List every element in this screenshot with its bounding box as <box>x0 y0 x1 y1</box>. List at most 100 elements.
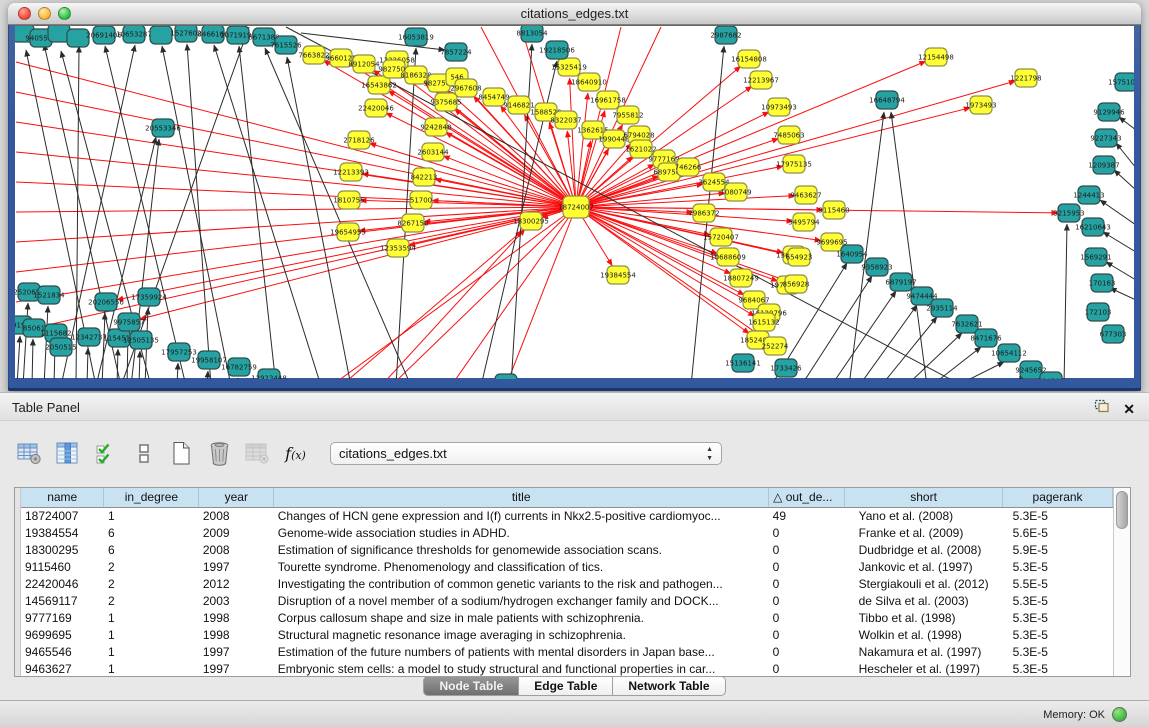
graph-node[interactable]: 16154808 <box>731 50 767 68</box>
graph-node[interactable]: 15720407 <box>703 228 739 246</box>
column-header-pagerank[interactable]: pagerank <box>1003 488 1113 507</box>
graph-node[interactable]: 12353594 <box>380 239 416 257</box>
graph-node[interactable]: 9975857 <box>113 313 144 331</box>
graph-node[interactable]: 9375685 <box>430 93 461 111</box>
close-icon[interactable]: ✕ <box>1123 402 1135 416</box>
graph-node[interactable]: 20206556 <box>88 293 124 311</box>
graph-node[interactable]: 945107 <box>493 374 520 379</box>
tab-edge-table[interactable]: Edge Table <box>519 676 613 696</box>
tab-network-table[interactable]: Network Table <box>613 676 725 696</box>
unselect-all-columns-button[interactable] <box>128 436 159 470</box>
tab-node-table[interactable]: Node Table <box>423 676 519 696</box>
scrollbar-thumb[interactable] <box>1116 491 1128 529</box>
graph-node[interactable]: 19384554 <box>600 266 636 284</box>
graph-node[interactable]: 654923 <box>786 248 813 266</box>
graph-node[interactable]: 1640954 <box>836 245 868 263</box>
table-vertical-scrollbar[interactable] <box>1113 488 1130 676</box>
graph-node[interactable]: 10654112 <box>991 344 1027 362</box>
column-header-short[interactable]: short <box>845 488 1003 507</box>
graph-node[interactable]: 7857224 <box>440 43 472 61</box>
graph-node[interactable]: 19654955 <box>330 223 366 241</box>
graph-node[interactable]: 12213967 <box>743 71 779 89</box>
table-row[interactable]: 946362711997Embryonic stem cells: a mode… <box>21 660 1113 677</box>
graph-node[interactable]: 18807249 <box>723 269 759 287</box>
graph-node[interactable]: 1521834 <box>33 286 65 304</box>
graph-node[interactable]: 16053819 <box>398 28 434 46</box>
graph-node[interactable]: 17975135 <box>776 155 812 173</box>
graph-node[interactable]: 9115460 <box>818 201 849 219</box>
graph-node[interactable]: 1615132 <box>748 313 779 331</box>
graph-node[interactable]: 7485063 <box>773 126 804 144</box>
float-window-icon[interactable] <box>1094 399 1110 418</box>
column-header-title[interactable]: title <box>274 488 769 507</box>
graph-node[interactable]: 10688609 <box>710 248 746 266</box>
graph-node[interactable]: 8471676 <box>970 329 1002 347</box>
graph-node[interactable]: 1080749 <box>720 183 751 201</box>
graph-node[interactable]: 7615526 <box>270 36 302 54</box>
graph-node[interactable]: 2050515 <box>45 338 76 356</box>
graph-node[interactable]: 18724007 <box>558 196 594 218</box>
graph-node[interactable]: 1810755 <box>333 191 364 209</box>
graph-node[interactable]: 9227343 <box>1090 129 1121 147</box>
graph-node[interactable]: 1733426 <box>770 359 802 377</box>
table-row[interactable]: 2242004622012Investigating the contribut… <box>21 575 1113 592</box>
graph-node[interactable]: 12213393 <box>333 163 369 181</box>
table-row[interactable]: 1830029562008Estimation of significance … <box>21 541 1113 558</box>
graph-node[interactable] <box>150 26 172 44</box>
graph-node[interactable]: 20553346 <box>145 119 181 137</box>
graph-node[interactable]: 2935114 <box>926 299 958 317</box>
graph-node[interactable]: 2603144 <box>417 143 449 161</box>
column-header-year[interactable]: year <box>199 488 274 507</box>
graph-node[interactable]: 3215953 <box>1053 204 1084 222</box>
graph-node[interactable]: 842213 <box>411 168 438 186</box>
graph-node[interactable]: 2987682 <box>710 26 741 44</box>
graph-node[interactable]: 7986372 <box>688 204 719 222</box>
function-builder-button[interactable]: f(x) <box>280 436 311 470</box>
graph-node[interactable]: 51700 <box>410 191 432 209</box>
graph-node[interactable]: 15136141 <box>725 354 761 372</box>
graph-node[interactable]: 924509 <box>1038 372 1065 379</box>
memory-status-indicator[interactable] <box>1112 707 1127 722</box>
graph-node[interactable]: 252274 <box>762 337 789 355</box>
graph-node[interactable]: 1221798 <box>1010 69 1041 87</box>
graph-node[interactable]: 8813054 <box>516 26 548 42</box>
network-canvas[interactable]: 1872400776638229660125891205416543862224… <box>15 25 1134 378</box>
graph-node[interactable]: 8267150 <box>397 214 428 232</box>
graph-node[interactable]: 172103 <box>1085 303 1112 321</box>
column-header-in_degree[interactable]: in_degree <box>104 488 199 507</box>
table-mode-button[interactable] <box>14 436 45 470</box>
graph-node[interactable]: 10653287 <box>116 26 152 43</box>
graph-node[interactable]: 9358923 <box>861 258 892 276</box>
show-columns-button[interactable] <box>52 436 83 470</box>
graph-node[interactable]: 2718126 <box>343 131 375 149</box>
graph-node[interactable]: 16543862 <box>361 76 397 94</box>
graph-node[interactable]: 19218506 <box>539 41 575 59</box>
table-row[interactable]: 1456911722003Disruption of a novel membe… <box>21 592 1113 609</box>
table-row[interactable]: 911546021997Tourette syndrome. Phenomeno… <box>21 558 1113 575</box>
graph-node[interactable]: 677303 <box>1100 325 1127 343</box>
graph-node[interactable]: 9242848 <box>420 118 451 136</box>
graph-node[interactable]: 5495794 <box>788 213 820 231</box>
graph-node[interactable]: 7955812 <box>612 106 643 124</box>
graph-node[interactable]: 746266 <box>675 158 702 176</box>
table-row[interactable]: 969969511998Structural magnetic resonanc… <box>21 626 1113 643</box>
create-table-button[interactable] <box>166 436 197 470</box>
table-row[interactable]: 977716911998Corpus callosum shape and si… <box>21 609 1113 626</box>
graph-node[interactable]: 856928 <box>783 275 810 293</box>
table-selector-dropdown[interactable]: citations_edges.txt ▲▼ <box>330 442 722 465</box>
graph-node[interactable]: 8912054 <box>348 55 380 73</box>
graph-node[interactable]: 170163 <box>1089 274 1116 292</box>
column-header-out_degree[interactable]: △ out_de... <box>769 488 845 507</box>
graph-node[interactable]: 1209387 <box>1088 156 1119 174</box>
graph-node[interactable]: 1569291 <box>1080 248 1111 266</box>
table-row[interactable]: 946554611997Estimation of the future num… <box>21 643 1113 660</box>
graph-node[interactable]: 16648794 <box>869 91 905 109</box>
table-row[interactable]: 1938455462009Genome-wide association stu… <box>21 524 1113 541</box>
select-all-columns-button[interactable] <box>90 436 121 470</box>
graph-node[interactable]: 15751074 <box>1108 73 1134 91</box>
window-titlebar[interactable]: citations_edges.txt <box>8 3 1141 25</box>
graph-node[interactable]: 9463627 <box>790 186 821 204</box>
graph-node[interactable]: 12154498 <box>918 48 954 66</box>
delete-columns-button[interactable] <box>204 436 235 470</box>
graph-node[interactable]: 1244413 <box>1073 186 1104 204</box>
